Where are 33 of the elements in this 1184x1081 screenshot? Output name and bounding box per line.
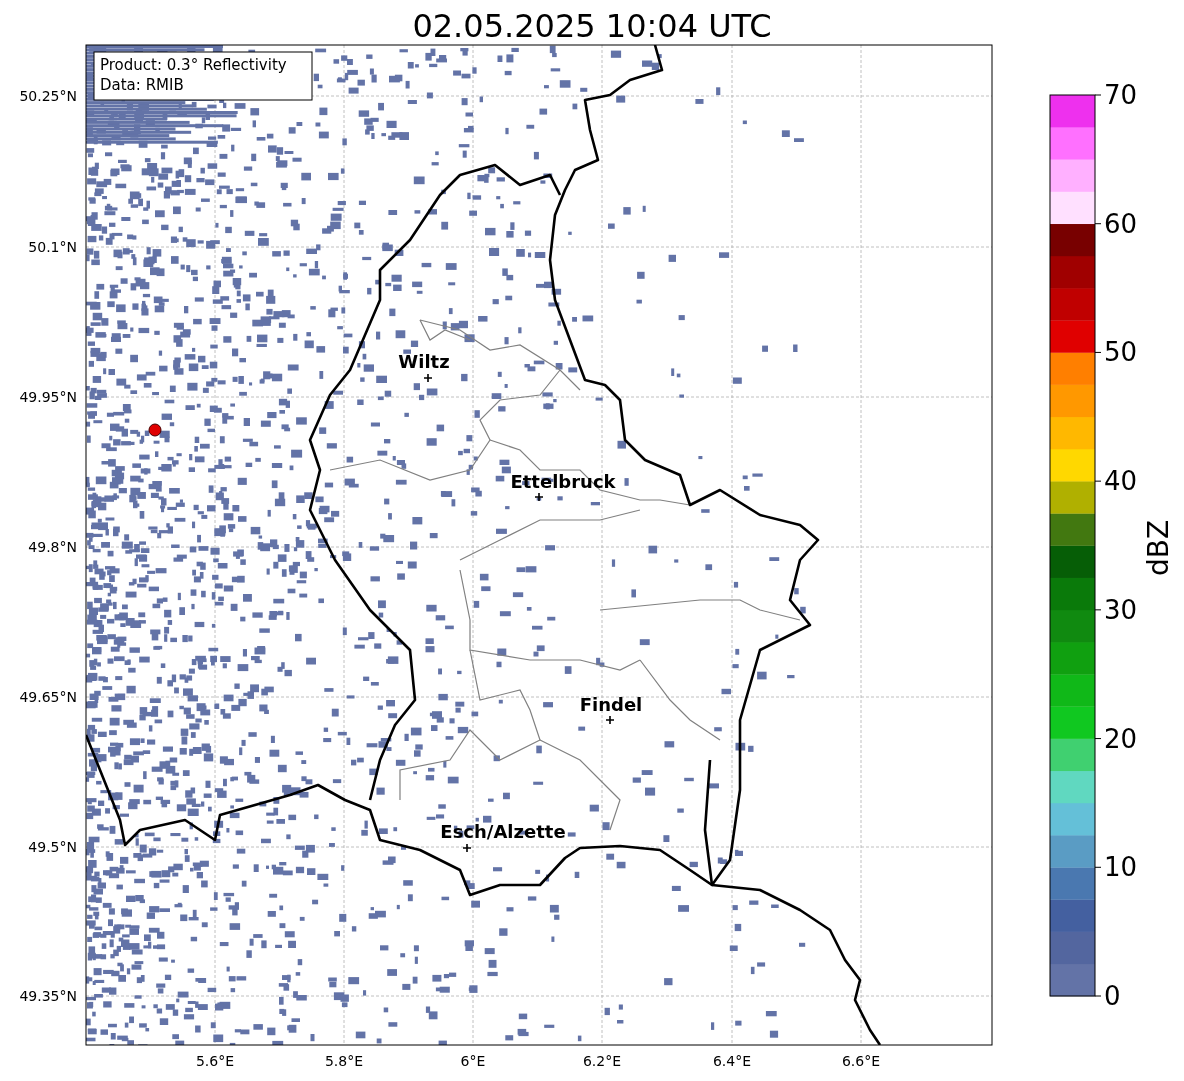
x-tick-label: 6.4°E <box>712 1053 752 1069</box>
x-tick-label: 5.8°E <box>324 1053 364 1069</box>
city-marker-icon <box>534 492 544 502</box>
radar-site-marker <box>148 423 162 437</box>
city-label: Findel <box>579 694 643 715</box>
y-tick-label: 50.1°N <box>28 239 77 255</box>
colorbar-tick-label: 70 <box>1104 80 1138 110</box>
colorbar-tick-label: 10 <box>1104 852 1138 883</box>
x-tick-label: 6.6°E <box>841 1053 881 1069</box>
city-marker-icon <box>423 373 433 383</box>
colorbar-tick-label: 50 <box>1104 337 1138 368</box>
colorbar-tick-label: 60 <box>1104 208 1138 239</box>
colorbar-tick-label: 0 <box>1104 981 1121 1011</box>
colorbar-label: dBZ <box>1142 519 1175 577</box>
city-label: Wiltz <box>398 351 450 372</box>
y-tick-label: 50.25°N <box>19 88 77 104</box>
y-tick-label: 49.5°N <box>28 839 77 855</box>
chart-title: 02.05.2025 10:04 UTC <box>412 7 772 45</box>
city-marker-icon <box>605 715 615 725</box>
colorbar-tick-label: 20 <box>1104 723 1138 754</box>
y-tick-label: 49.65°N <box>19 689 77 705</box>
x-tick-label: 6.2°E <box>582 1053 622 1069</box>
y-tick-label: 49.8°N <box>28 539 77 555</box>
info-text: Product: 0.3° Reflectivity <box>100 56 287 74</box>
y-tick-label: 49.95°N <box>19 389 77 405</box>
city-label: Ettelbruck <box>510 471 616 492</box>
colorbar-tick-label: 30 <box>1104 594 1138 625</box>
colorbar-tick-label: 40 <box>1104 466 1138 497</box>
y-tick-label: 49.35°N <box>19 988 77 1004</box>
x-tick-label: 6°E <box>460 1053 486 1069</box>
info-text: Data: RMIB <box>100 76 184 94</box>
x-tick-label: 5.6°E <box>195 1053 235 1069</box>
city-marker-icon <box>462 843 472 853</box>
